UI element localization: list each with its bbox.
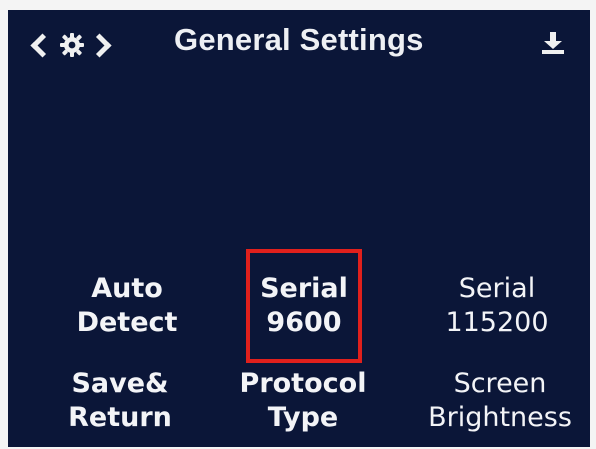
protocol-type-button[interactable]: Protocol Type xyxy=(228,367,378,435)
screen-brightness-line1: Screen xyxy=(453,368,547,399)
device-frame: General Settings Auto Detect Serial 9600… xyxy=(0,0,596,449)
selection-highlight xyxy=(246,249,362,363)
save-return-line2: Return xyxy=(68,402,172,433)
download-icon[interactable] xyxy=(538,30,568,56)
page-title: General Settings xyxy=(174,22,424,57)
serial-115200-button[interactable]: Serial 115200 xyxy=(422,272,572,340)
protocol-type-line2: Type xyxy=(267,402,339,433)
auto-detect-button[interactable]: Auto Detect xyxy=(52,272,202,340)
serial-115200-line1: Serial xyxy=(458,273,536,304)
auto-detect-line1: Auto xyxy=(91,273,163,304)
chevron-right-icon xyxy=(87,32,112,58)
top-bar: General Settings xyxy=(8,10,590,82)
gear-icon xyxy=(60,33,84,57)
save-return-button[interactable]: Save& Return xyxy=(40,367,200,435)
chevron-left-icon xyxy=(30,32,55,58)
auto-detect-line2: Detect xyxy=(76,307,178,338)
save-return-line1: Save& xyxy=(71,368,169,399)
screen-brightness-button[interactable]: Screen Brightness xyxy=(412,367,588,435)
protocol-type-line1: Protocol xyxy=(239,368,367,399)
settings-nav-icon[interactable] xyxy=(26,28,112,62)
lcd-screen: General Settings Auto Detect Serial 9600… xyxy=(8,10,590,447)
serial-115200-line2: 115200 xyxy=(445,307,549,338)
screen-brightness-line2: Brightness xyxy=(428,402,572,433)
